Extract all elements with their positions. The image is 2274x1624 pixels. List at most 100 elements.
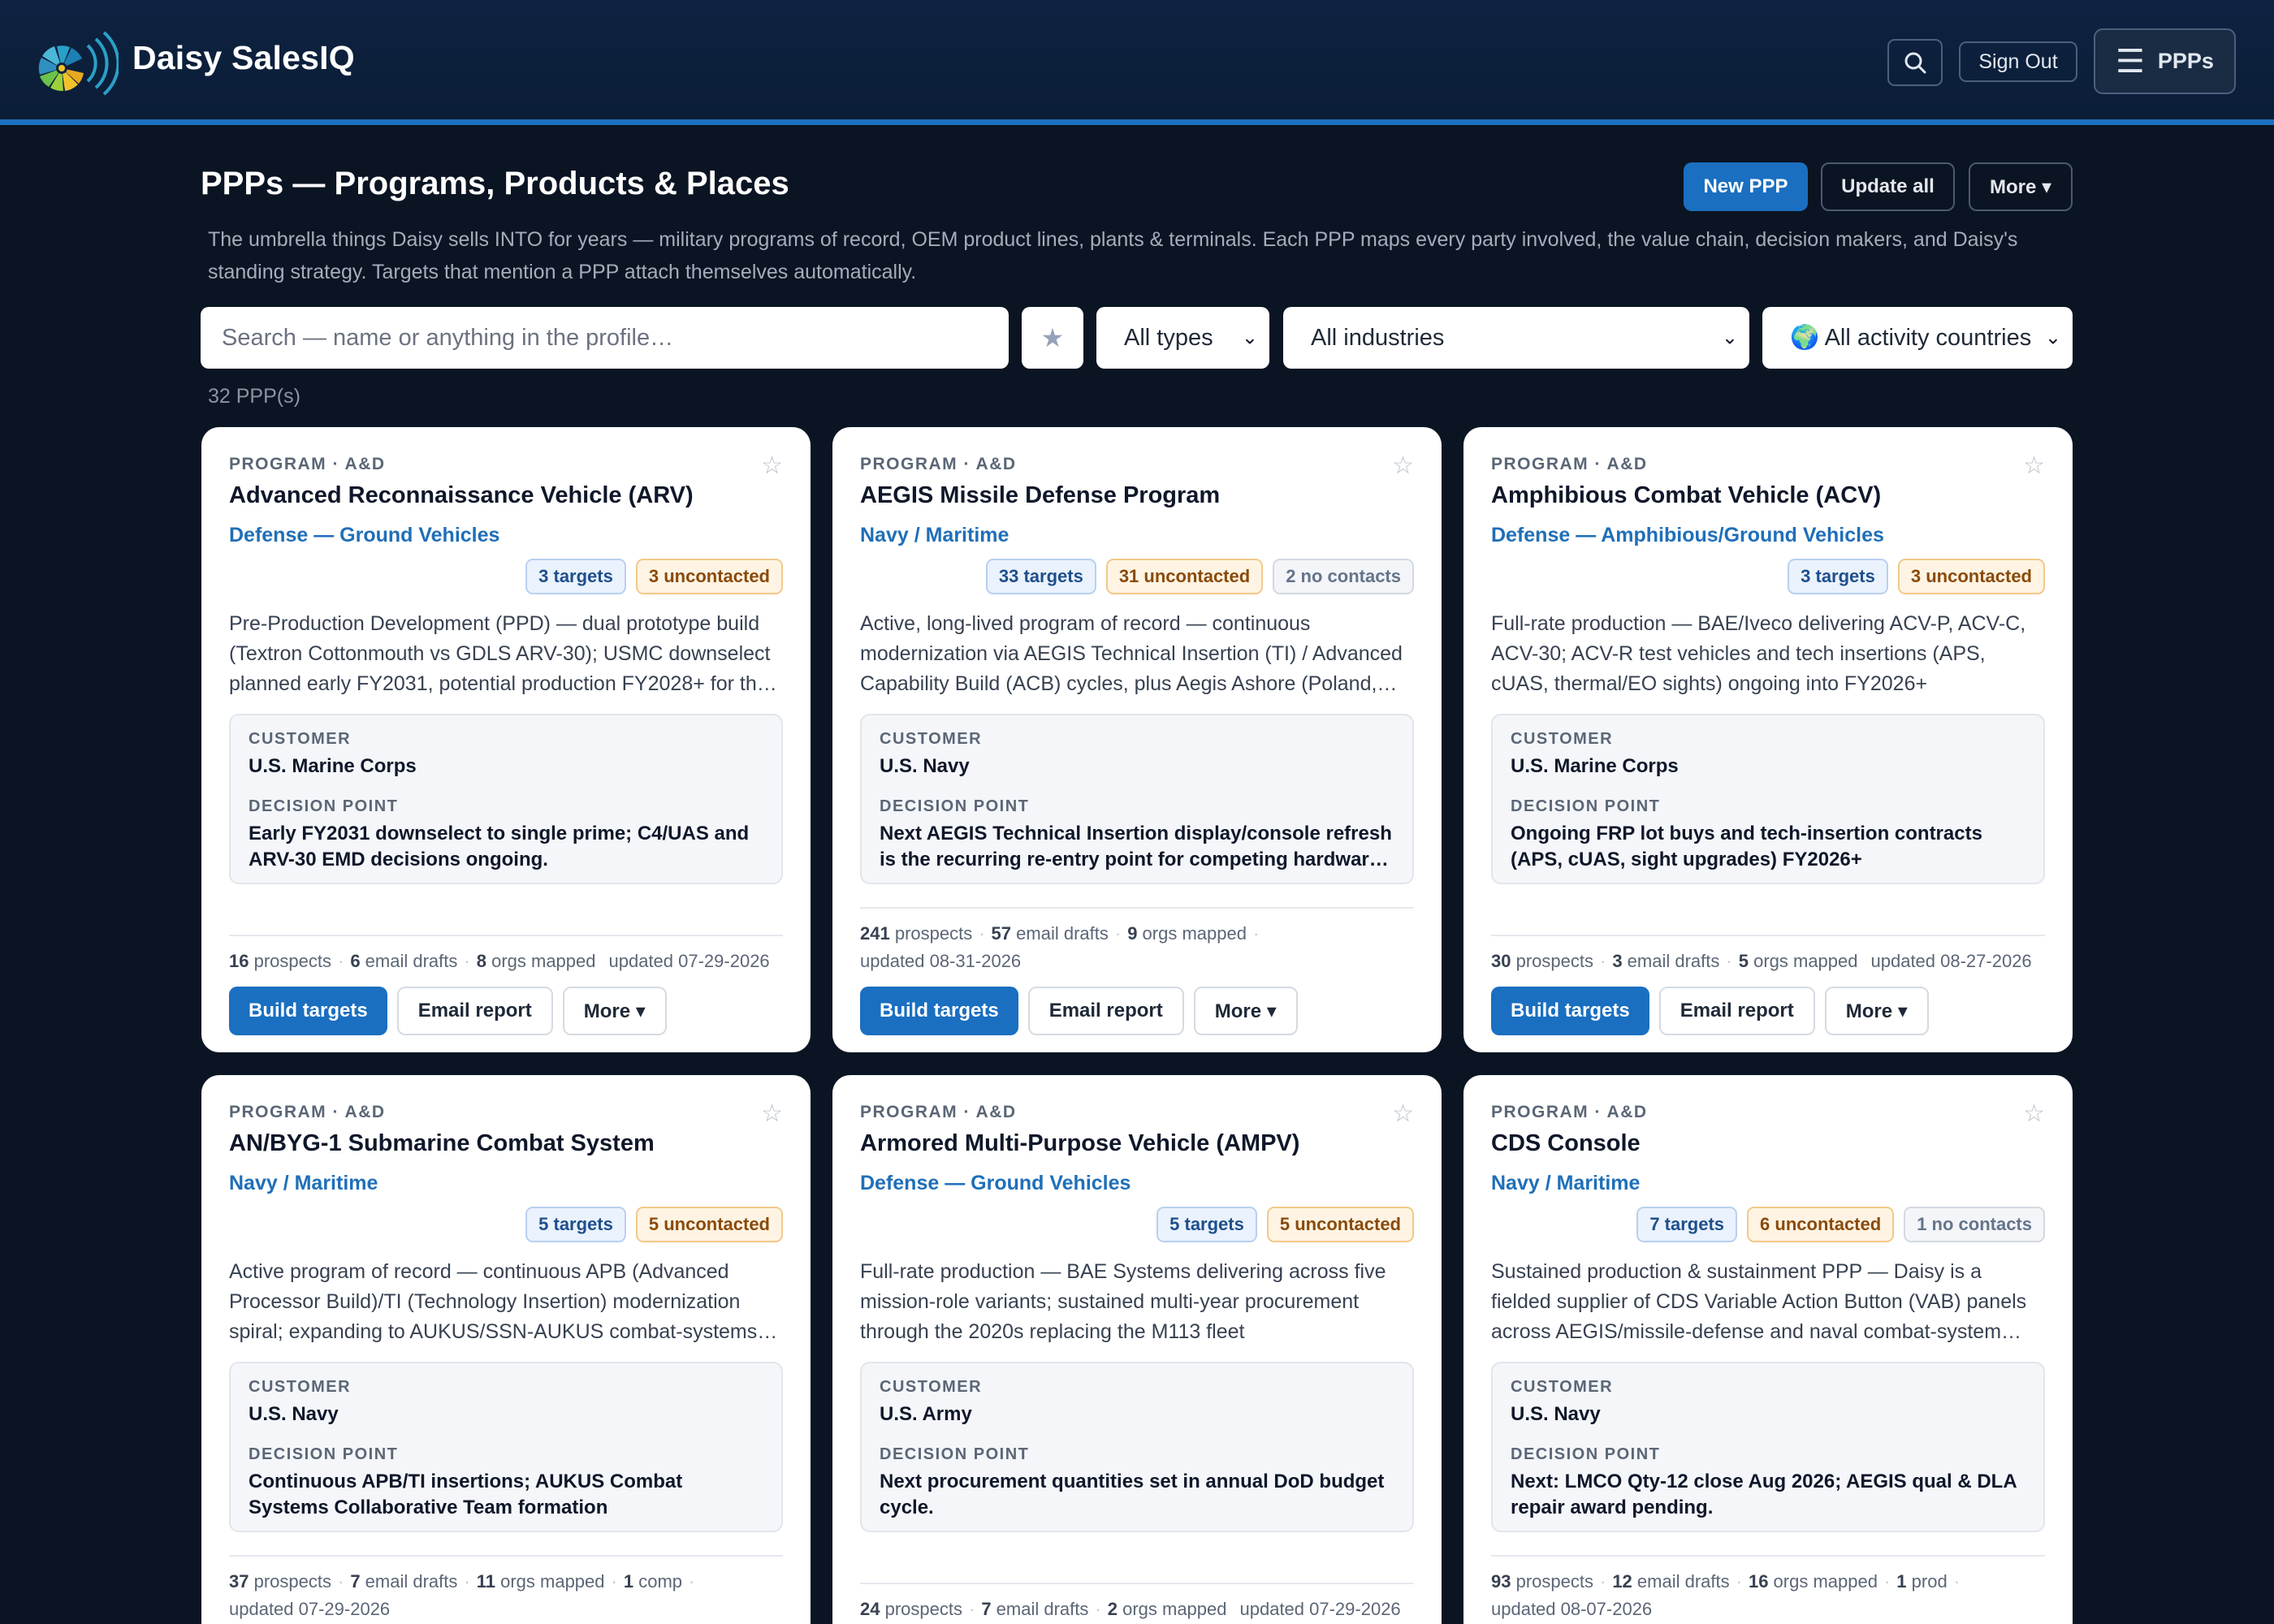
uncontacted-badge[interactable]: 5 uncontacted <box>635 1207 783 1242</box>
drafts-count: 6 <box>350 951 361 971</box>
favorite-star-icon[interactable]: ☆ <box>2023 1099 2045 1128</box>
build-targets-button[interactable]: Build targets <box>229 987 387 1035</box>
uncontacted-badge[interactable]: 31 uncontacted <box>1105 559 1264 594</box>
targets-badge[interactable]: 5 targets <box>525 1207 626 1242</box>
decision-point-label: DECISION POINT <box>1511 1445 1661 1463</box>
prospects-count: 93 <box>1491 1571 1511 1592</box>
orgs-count: 11 <box>476 1571 495 1592</box>
card-sector: Defense — Ground Vehicles <box>860 1172 1131 1194</box>
ppp-card[interactable]: ☆ PROGRAM · A&D AN/BYG-1 Submarine Comba… <box>201 1075 811 1624</box>
new-ppp-button[interactable]: New PPP <box>1684 162 1808 211</box>
ppp-card[interactable]: ☆ PROGRAM · A&D AEGIS Missile Defense Pr… <box>832 427 1442 1052</box>
header-more-button[interactable]: More ▾ <box>1969 162 2073 211</box>
card-kicker: PROGRAM · A&D <box>229 1103 386 1121</box>
card-description: Full-rate production — BAE/Iveco deliver… <box>1491 612 2026 695</box>
customer-value: U.S. Navy <box>249 1403 339 1425</box>
targets-badge[interactable]: 3 targets <box>1788 559 1888 594</box>
card-title[interactable]: CDS Console <box>1491 1130 2045 1157</box>
prospects-count: 24 <box>860 1599 880 1619</box>
prospects-count: 37 <box>229 1571 249 1592</box>
card-more-button[interactable]: More ▾ <box>1824 987 1929 1035</box>
favorite-star-icon[interactable]: ☆ <box>2023 451 2045 480</box>
decision-point-value: Next procurement quantities set in annua… <box>880 1471 1385 1518</box>
orgs-count: 16 <box>1748 1571 1769 1592</box>
update-all-button[interactable]: Update all <box>1821 162 1955 211</box>
orgs-count: 9 <box>1127 923 1138 944</box>
email-report-button[interactable]: Email report <box>1658 987 1815 1035</box>
card-more-button[interactable]: More ▾ <box>562 987 667 1035</box>
card-title[interactable]: Advanced Reconnaissance Vehicle (ARV) <box>229 482 783 509</box>
card-info-box: CUSTOMER U.S. Army DECISION POINT Next p… <box>860 1362 1414 1532</box>
daisy-logo-icon[interactable] <box>37 28 119 97</box>
targets-badge[interactable]: 5 targets <box>1156 1207 1257 1242</box>
page-title: PPPs — Programs, Products & Places <box>201 166 789 201</box>
targets-badge[interactable]: 7 targets <box>1636 1207 1738 1242</box>
ppp-card[interactable]: ☆ PROGRAM · A&D CDS Console Navy / Marit… <box>1463 1075 2073 1624</box>
chevron-down-icon: ⌄ <box>1241 326 1258 349</box>
favorite-star-icon[interactable]: ☆ <box>1392 1099 1414 1128</box>
drafts-count: 7 <box>350 1571 361 1592</box>
industry-select[interactable]: All industries ⌄ <box>1283 307 1749 369</box>
app-title: Daisy SalesIQ <box>132 39 355 76</box>
prospects-count: 30 <box>1491 951 1511 971</box>
stat-extra-count: 1 <box>1896 1571 1907 1592</box>
card-kicker: PROGRAM · A&D <box>229 455 386 473</box>
favorites-filter-button[interactable]: ★ <box>1022 307 1083 369</box>
email-report-button[interactable]: Email report <box>1027 987 1184 1035</box>
search-button[interactable] <box>1887 39 1943 86</box>
build-targets-button[interactable]: Build targets <box>860 987 1018 1035</box>
card-more-button[interactable]: More ▾ <box>1193 987 1298 1035</box>
decision-point-label: DECISION POINT <box>249 797 399 815</box>
build-targets-button[interactable]: Build targets <box>1491 987 1649 1035</box>
ppp-card[interactable]: ☆ PROGRAM · A&D Armored Multi-Purpose Ve… <box>832 1075 1442 1624</box>
customer-value: U.S. Marine Corps <box>1511 755 1679 777</box>
targets-badge[interactable]: 3 targets <box>525 559 626 594</box>
uncontacted-badge[interactable]: 3 uncontacted <box>635 559 783 594</box>
no-contacts-badge[interactable]: 2 no contacts <box>1273 559 1414 594</box>
targets-badge[interactable]: 33 targets <box>985 559 1096 594</box>
search-input[interactable] <box>201 307 1009 369</box>
decision-point-label: DECISION POINT <box>1511 797 1661 815</box>
favorite-star-icon[interactable]: ☆ <box>761 451 783 480</box>
no-contacts-badge[interactable]: 1 no contacts <box>1904 1207 2045 1242</box>
country-select[interactable]: 🌍 All activity countries ⌄ <box>1762 307 2073 369</box>
favorite-star-icon[interactable]: ☆ <box>1392 451 1414 480</box>
chevron-down-icon: ⌄ <box>1721 326 1738 349</box>
card-sector: Navy / Maritime <box>1491 1172 1641 1194</box>
type-select[interactable]: All types ⌄ <box>1096 307 1269 369</box>
prospects-count: 241 <box>860 923 890 944</box>
ppps-menu-button[interactable]: ☰ PPPs <box>2094 28 2236 94</box>
card-stats: 30 prospects · 3 email drafts · 5 orgs mappe… <box>1491 935 2045 975</box>
uncontacted-badge[interactable]: 6 uncontacted <box>1747 1207 1895 1242</box>
favorite-star-icon[interactable]: ☆ <box>761 1099 783 1128</box>
card-kicker: PROGRAM · A&D <box>860 455 1017 473</box>
card-sector: Navy / Maritime <box>229 1172 378 1194</box>
card-title[interactable]: AEGIS Missile Defense Program <box>860 482 1414 509</box>
customer-label: CUSTOMER <box>880 730 983 748</box>
card-stats: 16 prospects · 6 email drafts · 8 orgs mappe… <box>229 935 783 975</box>
decision-point-value: Early FY2031 downselect to single prime;… <box>249 823 750 870</box>
card-description: Sustained production & sustainment PPP —… <box>1491 1260 2027 1343</box>
drafts-count: 57 <box>991 923 1012 944</box>
card-title[interactable]: AN/BYG-1 Submarine Combat System <box>229 1130 783 1157</box>
ppp-card[interactable]: ☆ PROGRAM · A&D Amphibious Combat Vehicl… <box>1463 427 2073 1052</box>
sign-out-button[interactable]: Sign Out <box>1959 41 2077 82</box>
email-report-button[interactable]: Email report <box>396 987 553 1035</box>
card-description: Active program of record — continuous AP… <box>229 1260 758 1343</box>
card-stats: 37 prospects · 7 email drafts · 11 orgs mapp… <box>229 1555 783 1623</box>
card-title[interactable]: Armored Multi-Purpose Vehicle (AMPV) <box>860 1130 1414 1157</box>
customer-label: CUSTOMER <box>1511 1378 1614 1396</box>
drafts-count: 12 <box>1612 1571 1632 1592</box>
type-select-value: All types <box>1124 324 1213 351</box>
result-count: 32 PPP(s) <box>208 385 300 408</box>
card-badges: 5 targets 5 uncontacted <box>229 1207 783 1242</box>
card-title[interactable]: Amphibious Combat Vehicle (ACV) <box>1491 482 2045 509</box>
card-sector: Defense — Amphibious/Ground Vehicles <box>1491 524 1884 546</box>
uncontacted-badge[interactable]: 3 uncontacted <box>1897 559 2045 594</box>
star-icon: ★ <box>1040 323 1065 352</box>
ppp-card[interactable]: ☆ PROGRAM · A&D Advanced Reconnaissance … <box>201 427 811 1052</box>
uncontacted-badge[interactable]: 5 uncontacted <box>1266 1207 1414 1242</box>
customer-value: U.S. Navy <box>1511 1403 1601 1425</box>
customer-value: U.S. Army <box>880 1403 972 1425</box>
card-badges: 3 targets 3 uncontacted <box>229 559 783 594</box>
